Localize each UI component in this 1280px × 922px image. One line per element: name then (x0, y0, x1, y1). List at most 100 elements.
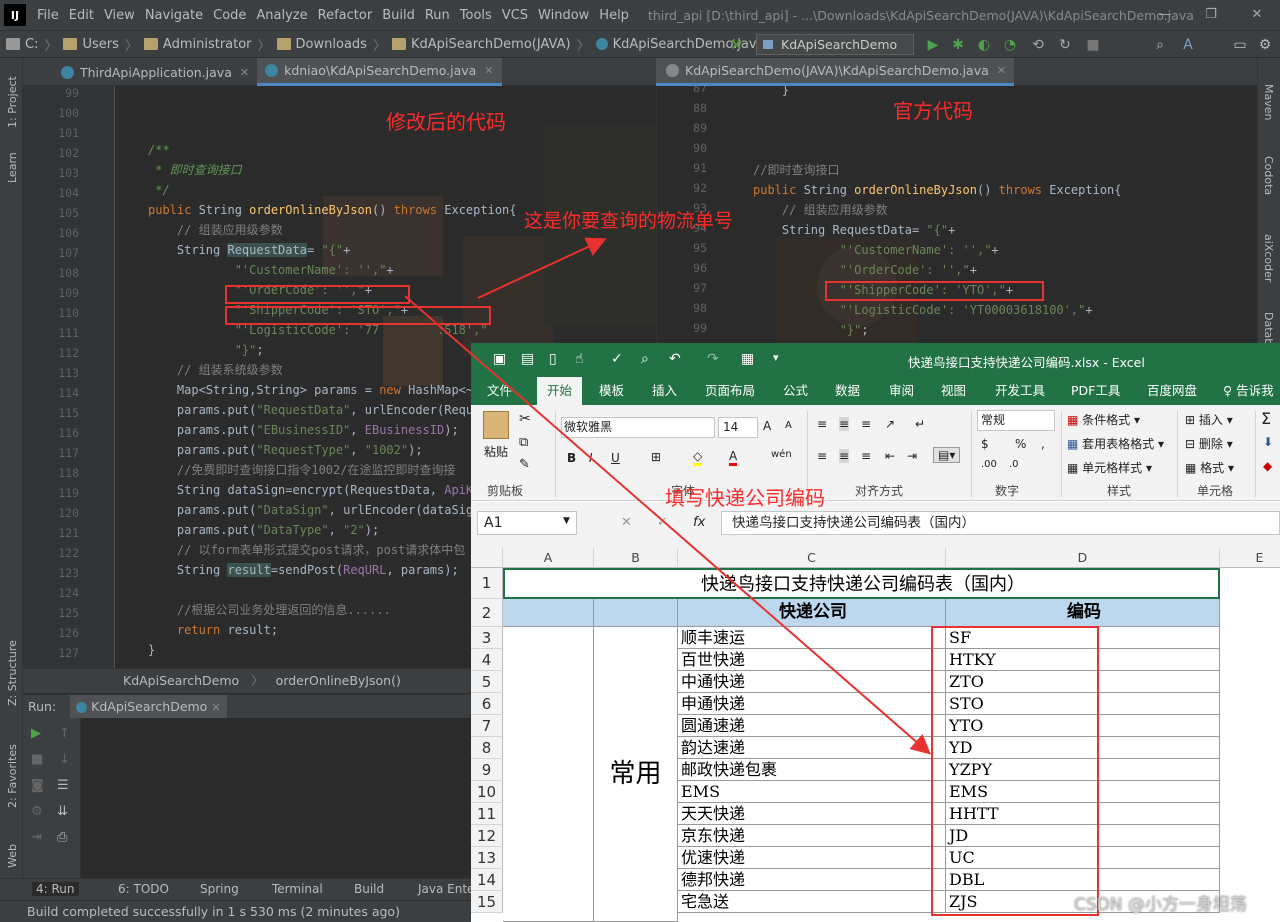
menu-refactor[interactable]: Refactor (313, 8, 378, 23)
company-cell[interactable]: 百世快递 (678, 649, 946, 671)
font-size-select[interactable]: 14 (718, 417, 758, 438)
font-name-select[interactable]: 微软雅黑 (561, 417, 715, 438)
align-center-icon[interactable]: ≡ (839, 449, 850, 463)
ribbon-tab-page-layout[interactable]: 页面布局 (705, 377, 755, 405)
row-header[interactable]: 4 (471, 649, 503, 671)
run-icon[interactable]: ▶ (925, 37, 941, 53)
tab-third-api-application[interactable]: ThirdApiApplication.java ✕ (23, 58, 257, 86)
group-cell-a[interactable] (503, 627, 594, 922)
soft-wrap-icon[interactable]: ☰ (57, 778, 69, 793)
align-right-icon[interactable]: ≡ (861, 449, 871, 463)
stop-icon[interactable]: ■ (1085, 37, 1101, 53)
menu-analyze[interactable]: Analyze (251, 8, 312, 23)
phonetic-icon[interactable]: wén (771, 449, 792, 460)
increase-decimal-icon[interactable]: .00 (981, 459, 997, 470)
enter-icon[interactable]: ✓ (657, 515, 668, 530)
insert-cells-button[interactable]: ⊞ 插入 ▾ (1185, 411, 1233, 428)
print-icon[interactable]: ⎙ (57, 830, 67, 845)
border-icon[interactable]: ⊞ (651, 450, 661, 464)
row-header[interactable]: 5 (471, 671, 503, 693)
run-configuration-select[interactable]: KdApiSearchDemo (756, 34, 914, 55)
ribbon-tab-baidu[interactable]: 百度网盘 (1147, 377, 1197, 405)
debug-icon[interactable]: ✱ (950, 37, 966, 53)
format-as-table-button[interactable]: ▦ 套用表格格式 ▾ (1067, 435, 1164, 452)
rerun-icon[interactable]: ▶ (31, 726, 41, 741)
stop-icon[interactable]: ■ (31, 752, 43, 767)
fill-color-icon[interactable]: ◇ (693, 449, 703, 466)
tell-me[interactable]: ♀ 告诉我 (1223, 377, 1274, 405)
build-hammer-icon[interactable]: ⚒ (728, 37, 744, 53)
company-cell[interactable]: 邮政快递包裹 (678, 759, 946, 781)
wrap-text-icon[interactable]: ↵ (915, 417, 925, 431)
minimize-icon[interactable]: — (1142, 0, 1188, 30)
spellcheck-icon[interactable]: ✓ (611, 351, 623, 367)
percent-icon[interactable]: % (1015, 437, 1026, 451)
menu-run[interactable]: Run (420, 8, 455, 23)
breadcrumb-drive[interactable]: C: 〉 (0, 35, 57, 54)
breadcrumb-users[interactable]: Users 〉 (57, 35, 138, 54)
save-icon[interactable]: ▣ (493, 351, 506, 367)
column-header-c[interactable]: C (678, 548, 946, 568)
menu-code[interactable]: Code (208, 8, 251, 23)
paste-button[interactable]: 粘贴 (481, 411, 511, 471)
tool-terminal[interactable]: Terminal (272, 882, 323, 896)
new-icon[interactable]: ▯ (549, 351, 557, 367)
tool-run[interactable]: 4: Run (32, 882, 79, 896)
row-header[interactable]: 11 (471, 803, 503, 825)
run-console[interactable]: ▶ ↑ ■ ↓ ◙ ☰ ⚙ ⇊ ⇥ ⎙ (23, 718, 473, 878)
codota-tool-tab[interactable]: Codota (1262, 156, 1275, 195)
align-middle-icon[interactable]: ≡ (839, 417, 850, 431)
print-preview-icon[interactable]: ⌕ (641, 351, 649, 367)
header-company-cell[interactable]: 快递公司 (678, 599, 946, 627)
row-header[interactable]: 1 (471, 568, 503, 599)
underline-button[interactable]: U (611, 451, 620, 465)
redo-icon[interactable]: ↷ (707, 351, 719, 367)
tool-build[interactable]: Build (354, 882, 384, 896)
row-header[interactable]: 8 (471, 737, 503, 759)
decrease-indent-icon[interactable]: ⇤ (885, 449, 895, 463)
aixcoder-tool-tab[interactable]: aiXcoder (1262, 234, 1275, 282)
column-header-d[interactable]: D (946, 548, 1220, 568)
worksheet-grid[interactable]: A B C D E 1 快递鸟接口支持快递公司编码表（国内） 2 快递公司 编码… (471, 548, 1280, 922)
crumb-class[interactable]: KdApiSearchDemo (123, 673, 239, 688)
breadcrumb-administrator[interactable]: Administrator 〉 (138, 35, 271, 54)
ribbon-tab-review[interactable]: 审阅 (889, 377, 914, 405)
menu-edit[interactable]: Edit (64, 8, 99, 23)
structure-tool-tab[interactable]: Z: Structure (6, 640, 19, 706)
up-arrow-icon[interactable]: ↑ (59, 726, 70, 741)
select-all-corner[interactable] (471, 548, 503, 568)
web-tool-tab[interactable]: Web (6, 844, 19, 868)
open-icon[interactable]: ▤ (521, 351, 534, 367)
restore-icon[interactable]: ❐ (1188, 0, 1234, 30)
ribbon-tab-insert[interactable]: 插入 (652, 377, 677, 405)
italic-button[interactable]: I (589, 451, 593, 465)
decrease-decimal-icon[interactable]: .0 (1009, 459, 1019, 470)
code-editor-right[interactable]: 87 88 89 90 91 92 93 94 95 96 97 98 99 } //即时查询接口 pu… (656, 86, 1257, 346)
row-header[interactable]: 14 (471, 869, 503, 891)
row-header[interactable]: 2 (471, 599, 503, 627)
company-cell[interactable]: 顺丰速运 (678, 627, 946, 649)
settings-icon[interactable]: ⚙ (1257, 37, 1273, 53)
touch-mode-icon[interactable]: ☝ (575, 351, 584, 367)
row-header[interactable]: 12 (471, 825, 503, 847)
insert-function-icon[interactable]: fx (693, 515, 705, 530)
clear-icon[interactable]: ◆ (1263, 459, 1272, 473)
ribbon-tab-view[interactable]: 视图 (941, 377, 966, 405)
delete-cells-button[interactable]: ⊟ 删除 ▾ (1185, 435, 1233, 452)
decrease-font-icon[interactable]: A (785, 420, 792, 431)
menu-vcs[interactable]: VCS (497, 8, 533, 23)
merge-center-icon[interactable]: ▤▾ (933, 447, 961, 463)
number-format-select[interactable]: 常规 (977, 410, 1055, 431)
align-top-icon[interactable]: ≡ (817, 417, 827, 431)
name-box[interactable]: A1 (477, 511, 577, 535)
ribbon-tab-template[interactable]: 模板 (599, 377, 624, 405)
tool-spring[interactable]: Spring (200, 882, 239, 896)
company-cell[interactable]: 圆通速递 (678, 715, 946, 737)
column-header-a[interactable]: A (503, 548, 594, 568)
menu-tools[interactable]: Tools (455, 8, 497, 23)
sum-icon[interactable]: Σ (1261, 409, 1271, 428)
align-left-icon[interactable]: ≡ (817, 449, 827, 463)
conditional-format-button[interactable]: ▦ 条件格式 ▾ (1067, 411, 1140, 428)
close-tab-icon[interactable]: ✕ (240, 66, 249, 79)
cancel-icon[interactable]: ✕ (621, 515, 632, 530)
